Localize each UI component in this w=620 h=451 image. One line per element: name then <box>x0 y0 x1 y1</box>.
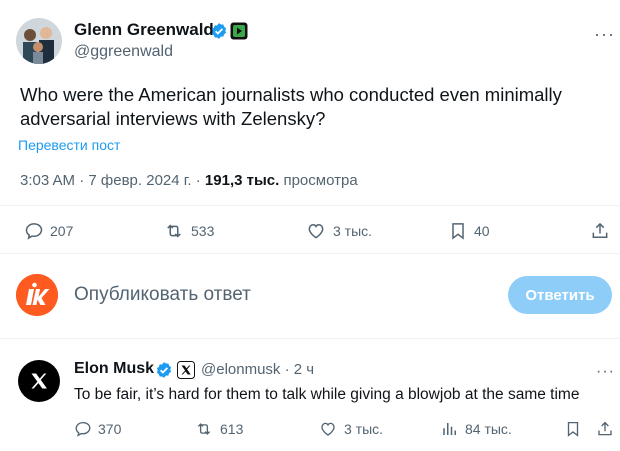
reply-more-options-icon[interactable]: ··· <box>596 363 615 381</box>
view-count: 191,3 тыс. <box>204 172 280 189</box>
reply-reply-count: 370 <box>98 421 122 437</box>
author-name[interactable]: Glenn Greenwald <box>74 20 214 40</box>
reply-icon <box>75 421 91 437</box>
reply-reply-button[interactable]: 370 <box>74 420 121 438</box>
reply-count: 207 <box>50 223 74 239</box>
reply-submit-button[interactable]: Ответить <box>508 276 612 314</box>
bookmark-icon <box>567 421 579 437</box>
reply-views-button[interactable]: 84 тыс. <box>441 420 512 438</box>
tweet-meta: 3:03 AM · 7 февр. 2024 г. · 191,3 тыс. п… <box>20 172 358 189</box>
reply-like-button[interactable]: 3 тыс. <box>318 420 383 438</box>
reply-text: To be fair, it’s hard for them to talk w… <box>74 386 580 403</box>
tweet-text-line-2: adversarial interviews with Zelensky? <box>20 108 326 129</box>
tweet-text-line-1: Who were the American journalists who co… <box>20 84 562 105</box>
heart-icon <box>321 422 335 436</box>
divider <box>0 338 620 339</box>
tweet-time[interactable]: 3:03 AM <box>20 172 75 189</box>
reply-repost-button[interactable]: 613 <box>194 420 243 438</box>
reply-input[interactable]: Опубликовать ответ <box>74 284 251 306</box>
divider <box>0 205 620 206</box>
bookmark-count: 40 <box>474 223 490 239</box>
reply-author-avatar[interactable] <box>18 360 60 402</box>
reply-like-count: 3 тыс. <box>344 421 384 437</box>
share-icon <box>592 222 608 238</box>
reply-icon <box>25 223 43 240</box>
verified-badge-icon <box>210 22 228 40</box>
view-label: просмотра <box>283 172 358 189</box>
reply-bookmark-button[interactable] <box>564 420 582 438</box>
affiliate-badge-icon[interactable] <box>230 22 248 40</box>
bookmark-button[interactable]: 40 <box>448 221 490 241</box>
divider <box>0 253 620 254</box>
translate-post-link[interactable]: Перевести пост <box>18 137 120 153</box>
repost-icon <box>167 224 181 238</box>
analytics-icon <box>443 423 456 435</box>
author-handle[interactable]: @ggreenwald <box>74 43 173 61</box>
reply-view-count: 84 тыс. <box>465 421 512 437</box>
repost-count: 533 <box>191 223 215 239</box>
x-logo-icon <box>31 373 47 389</box>
repost-button[interactable]: 533 <box>163 221 214 241</box>
reply-affiliate-badge-icon[interactable] <box>177 361 195 379</box>
tweet-date[interactable]: 7 февр. 2024 г. <box>88 172 191 189</box>
repost-icon <box>197 423 211 435</box>
bookmark-icon <box>452 223 464 240</box>
reply-author-handle[interactable]: @elonmusk <box>201 361 280 378</box>
reply-share-button[interactable] <box>596 420 614 438</box>
reply-verified-badge-icon <box>155 361 173 379</box>
reply-repost-count: 613 <box>220 421 244 437</box>
current-user-avatar[interactable] <box>16 274 58 316</box>
heart-icon <box>308 223 324 239</box>
more-options-icon[interactable]: ··· <box>594 24 615 45</box>
reply-button[interactable]: 207 <box>24 221 73 241</box>
tweet-text: Who were the American journalists who co… <box>20 83 600 131</box>
share-button[interactable] <box>590 221 610 241</box>
like-count: 3 тыс. <box>333 223 373 239</box>
share-icon <box>598 421 612 436</box>
reply-author-name[interactable]: Elon Musk <box>74 360 154 378</box>
reply-time[interactable]: 2 ч <box>294 361 314 378</box>
reply-author-meta: @elonmusk · 2 ч <box>201 361 315 378</box>
author-avatar[interactable] <box>16 18 62 64</box>
like-button[interactable]: 3 тыс. <box>305 221 372 241</box>
